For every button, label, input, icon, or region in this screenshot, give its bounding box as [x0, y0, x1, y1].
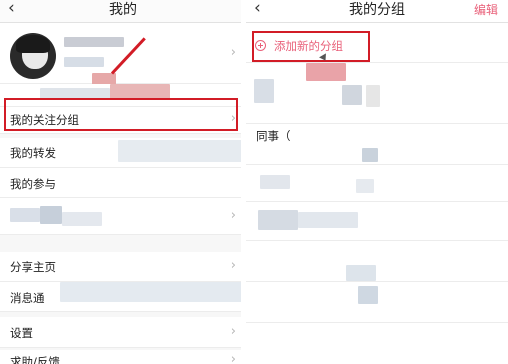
blurred-group	[366, 85, 380, 107]
menu-item-reposts[interactable]: 我的转发	[0, 138, 246, 168]
highlight-box	[4, 98, 238, 131]
menu-item-hidden[interactable]: ›	[0, 198, 246, 235]
blurred-group	[356, 179, 374, 193]
chevron-right-icon: ›	[230, 324, 236, 339]
profile-row[interactable]: ›	[0, 23, 246, 87]
page-title: 我的	[109, 2, 137, 18]
blurred-username	[64, 37, 124, 47]
edit-button[interactable]: 编辑	[474, 1, 498, 18]
group-row-hidden[interactable]	[246, 165, 508, 202]
menu-item-share-homepage[interactable]: 分享主页 ›	[0, 252, 246, 282]
menu-item-label: 设置	[10, 326, 33, 340]
menu-item-notifications[interactable]: 消息通	[0, 282, 246, 312]
menu-item-label: 我的转发	[10, 146, 56, 160]
me-screen: ‹ 我的 › 我的关注分组 › 我的转发 我的参与 › 分享主页 › 消息通 设…	[0, 0, 246, 364]
highlight-box	[252, 31, 370, 62]
chevron-right-icon: ›	[230, 208, 236, 223]
blurred-group	[342, 85, 362, 105]
blurred-group	[260, 175, 290, 189]
menu-item-feedback[interactable]: 求助/反馈 ›	[0, 350, 246, 364]
top-bar: ‹ 我的分组 编辑	[246, 0, 508, 23]
blurred-label	[62, 212, 102, 226]
blurred-group	[346, 265, 376, 281]
blurred-group	[306, 63, 346, 81]
my-groups-screen: ‹ 我的分组 编辑 添加新的分组 同事（	[246, 0, 508, 364]
blurred-label	[40, 206, 62, 224]
chevron-right-icon: ›	[230, 45, 236, 60]
menu-item-participation[interactable]: 我的参与	[0, 168, 246, 198]
chevron-right-icon: ›	[230, 258, 236, 273]
chevron-right-icon: ›	[230, 352, 236, 364]
group-row-hidden[interactable]	[246, 282, 508, 323]
blurred-group	[258, 210, 298, 230]
group-row-hidden[interactable]	[246, 241, 508, 282]
menu-item-label: 分享主页	[10, 260, 56, 274]
avatar-hair	[16, 35, 50, 53]
page-title: 我的分组	[349, 2, 405, 18]
group-row-hidden[interactable]	[246, 63, 508, 124]
menu-item-settings[interactable]: 设置 ›	[0, 317, 246, 348]
blurred-count	[362, 148, 378, 162]
blurred-bio	[64, 57, 104, 67]
blurred-group	[298, 212, 358, 228]
top-bar: ‹ 我的	[0, 0, 246, 23]
menu-item-label: 我的参与	[10, 177, 56, 191]
blurred-area	[60, 282, 246, 302]
menu-item-label: 消息通	[10, 291, 45, 305]
group-row-hidden[interactable]	[246, 202, 508, 241]
blurred-area	[118, 140, 246, 162]
blurred-group	[254, 79, 274, 103]
avatar	[10, 33, 56, 79]
group-row-colleagues[interactable]: 同事（	[246, 124, 508, 165]
group-label: 同事（	[256, 129, 291, 143]
blurred-group	[358, 286, 378, 304]
menu-item-label: 求助/反馈	[10, 355, 60, 364]
blurred-label	[10, 208, 40, 222]
